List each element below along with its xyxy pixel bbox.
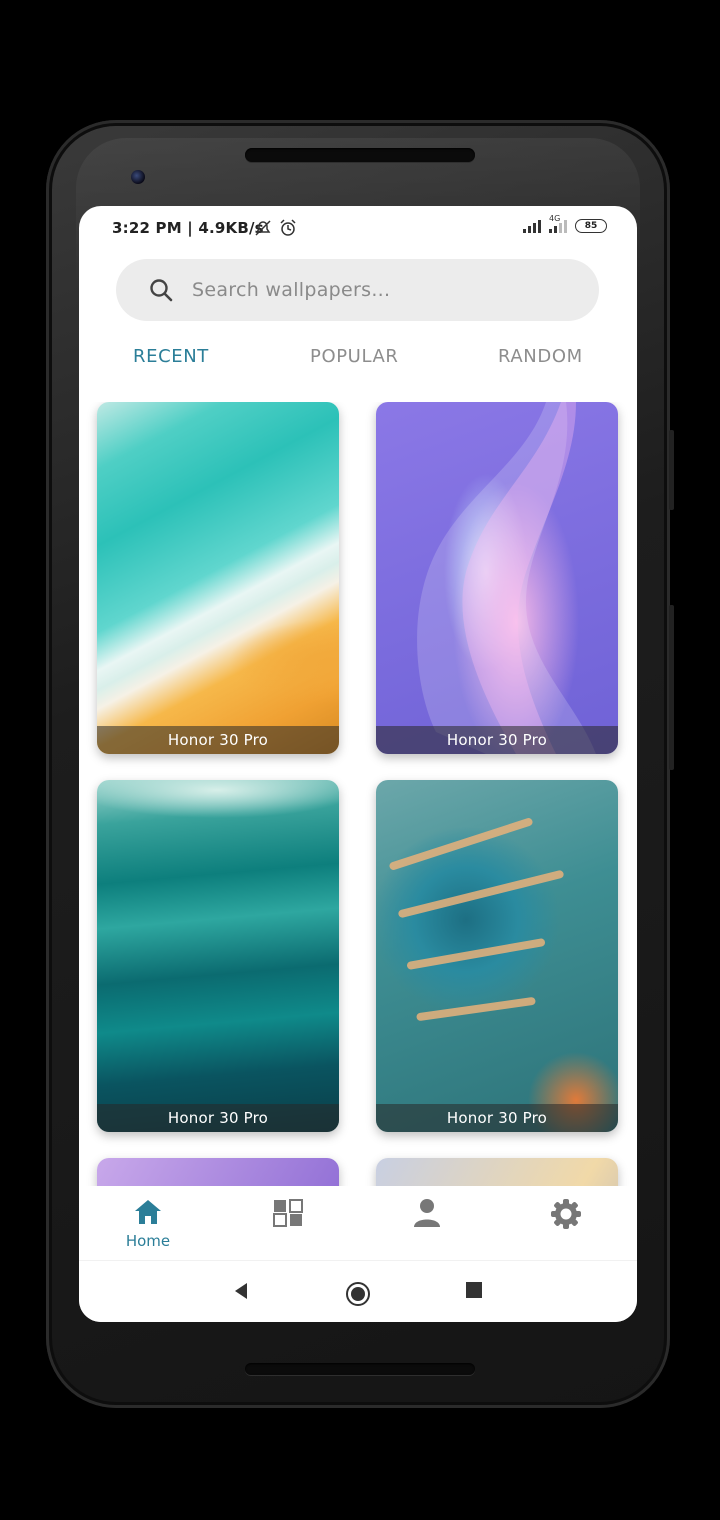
wallpaper-title: Honor 30 Pro — [97, 1104, 339, 1132]
planet-streak — [388, 817, 534, 871]
system-nav-bar — [79, 1260, 637, 1322]
alarm-icon — [280, 219, 296, 236]
wallpaper-card[interactable]: Honor 30 Pro — [376, 780, 618, 1132]
app-screen: 3:22 PM | 4.9KB/s 4G 85 Search wallpaper… — [79, 206, 637, 1322]
nav-settings[interactable] — [536, 1198, 596, 1234]
wallpaper-card[interactable]: Honor 30 Pro — [97, 780, 339, 1132]
nav-home-label: Home — [125, 1232, 171, 1250]
nav-profile[interactable] — [397, 1198, 457, 1232]
search-placeholder[interactable]: Search wallpapers... — [192, 279, 390, 301]
back-icon[interactable] — [231, 1281, 251, 1301]
bottom-nav: Home — [79, 1186, 637, 1260]
search-bar[interactable]: Search wallpapers... — [116, 259, 599, 321]
wallpaper-title: Honor 30 Pro — [376, 726, 618, 754]
nav-categories[interactable] — [258, 1198, 318, 1232]
wallpaper-card[interactable]: Honor 30 Pro — [376, 402, 618, 754]
planet-streak — [416, 996, 536, 1022]
status-icons: 4G 85 — [523, 214, 607, 233]
front-camera — [131, 170, 145, 184]
power-button — [669, 430, 674, 510]
tab-random[interactable]: RANDOM — [498, 346, 583, 367]
search-icon — [150, 279, 173, 302]
wallpaper-grid: Honor 30 Pro Honor 30 Pro Honor 30 Pro H… — [79, 402, 637, 1186]
alarm-off-icon — [255, 220, 271, 236]
status-bar: 3:22 PM | 4.9KB/s 4G 85 — [79, 206, 637, 252]
status-time: 3:22 PM | 4.9KB/s — [112, 219, 264, 237]
recents-icon[interactable] — [465, 1281, 483, 1299]
earpiece-speaker — [245, 148, 475, 162]
categories-icon — [273, 1199, 303, 1227]
bottom-speaker — [245, 1363, 475, 1375]
wallpaper-card[interactable] — [376, 1158, 618, 1186]
profile-icon — [414, 1199, 440, 1227]
wallpaper-card[interactable]: Honor 30 Pro — [97, 402, 339, 754]
wallpaper-title: Honor 30 Pro — [376, 1104, 618, 1132]
wallpaper-art — [417, 402, 596, 754]
planet-streak — [406, 937, 546, 971]
wallpaper-card[interactable] — [97, 1158, 339, 1186]
tab-recent[interactable]: RECENT — [133, 346, 209, 367]
nav-home[interactable]: Home — [118, 1198, 178, 1250]
wallpaper-title: Honor 30 Pro — [97, 726, 339, 754]
planet-streak — [397, 869, 565, 919]
signal-4g-icon: 4G — [549, 214, 567, 233]
signal-icon — [523, 219, 541, 233]
home-button-icon[interactable] — [345, 1281, 371, 1307]
battery-icon: 85 — [575, 219, 607, 233]
tab-bar: RECENT POPULAR RANDOM — [79, 346, 637, 382]
tab-popular[interactable]: POPULAR — [310, 346, 399, 367]
home-icon — [135, 1200, 161, 1224]
volume-button — [669, 605, 674, 770]
settings-icon — [551, 1199, 581, 1229]
